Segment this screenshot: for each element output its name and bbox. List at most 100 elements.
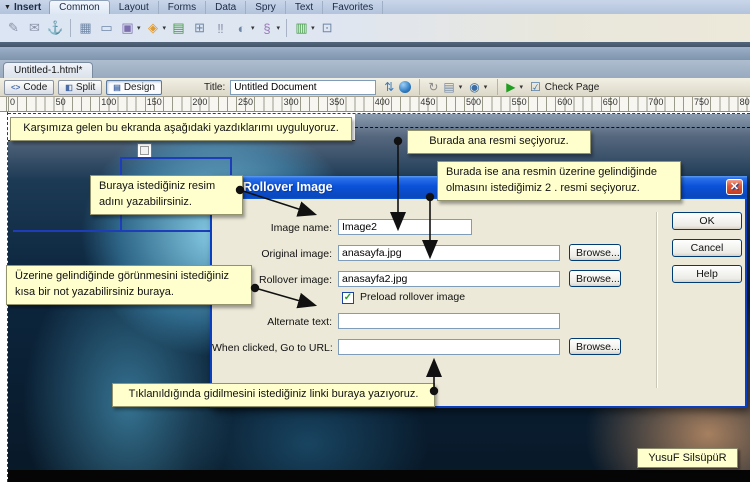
dropdown-arrow-icon: ▾	[519, 84, 524, 91]
split-view-button[interactable]: ◧ Split	[58, 79, 103, 95]
image-element-marker[interactable]	[137, 143, 152, 158]
ruler-tick-label: 750	[694, 97, 710, 107]
preview-globe-icon[interactable]	[399, 81, 412, 93]
preload-checkbox-label: Preload rollover image	[360, 291, 466, 303]
tab-common[interactable]: Common	[49, 0, 110, 14]
dropdown-arrow-icon[interactable]: ▾	[311, 24, 315, 32]
insert-bar: ▼ Insert Common Layout Forms Data Spry Text Fa…	[0, 0, 750, 14]
email-link-icon[interactable]: ✉	[25, 19, 44, 38]
author-credit-badge: YusuF SilsüpüR	[637, 448, 738, 468]
preload-checkbox[interactable]: ✓	[342, 292, 354, 304]
ruler-tick-label: 350	[329, 97, 345, 107]
toolbar-separator	[497, 79, 499, 95]
tab-text[interactable]: Text	[286, 1, 324, 14]
date-icon[interactable]: ▤	[169, 19, 188, 38]
document-tab-bar: Untitled-1.html*	[0, 60, 750, 78]
horizontal-ruler: 0 50 100 150 200 250 300 350 400 450 500 550 600 650 7…	[0, 97, 750, 112]
media-icon[interactable]: ◈	[144, 19, 163, 38]
annotation-callout: Burada ana resmi seçiyoruz.	[407, 130, 591, 154]
visual-aids-icon[interactable]: ◉	[469, 81, 479, 93]
dialog-title: Rollover Image	[243, 180, 333, 194]
document-tab[interactable]: Untitled-1.html*	[3, 62, 94, 78]
dropdown-arrow-icon[interactable]: ▾	[251, 24, 255, 32]
script-icon[interactable]: §	[258, 19, 277, 38]
insert-bar-menu-label: Insert	[13, 2, 42, 13]
browse-original-button[interactable]: Browse...	[569, 244, 621, 261]
file-management-icon[interactable]: ⇅	[384, 81, 394, 93]
close-icon[interactable]: ✕	[726, 179, 743, 195]
tab-layout[interactable]: Layout	[110, 1, 159, 14]
ruler-tick-label: 100	[101, 97, 117, 107]
tab-data[interactable]: Data	[206, 1, 247, 14]
help-button[interactable]: Help	[672, 265, 742, 283]
ruler-tick-label: 200	[192, 97, 208, 107]
live-data-icon[interactable]: ▶	[506, 81, 515, 93]
ruler-tick-label: 400	[374, 97, 390, 107]
browse-url-button[interactable]: Browse...	[569, 338, 621, 355]
ruler-tick-label: 150	[146, 97, 162, 107]
code-icon: <>	[11, 82, 21, 92]
dropdown-arrow-icon[interactable]: ▾	[137, 24, 141, 32]
tab-forms[interactable]: Forms	[159, 1, 207, 14]
insert-tabs: Common Layout Forms Data Spry Text Favorites	[49, 0, 384, 14]
annotation-callout: Üzerine gelindiğinde görünmesini istediğ…	[6, 265, 252, 305]
ruler-tick-label: 0	[10, 97, 16, 107]
document-toolbar: <> Code ◧ Split ▤ Design Title: ⇅ ↻ ▤ ▾ …	[0, 78, 750, 97]
server-include-icon[interactable]: ⊞	[190, 19, 209, 38]
go-to-url-label: When clicked, Go to URL:	[212, 342, 333, 354]
refresh-icon[interactable]: ↻	[428, 81, 438, 93]
code-view-label: Code	[23, 81, 48, 93]
dropdown-arrow-icon: ▾	[458, 84, 463, 91]
document-window-top	[0, 47, 750, 60]
ruler-tick-label: 450	[420, 97, 436, 107]
check-page-icon: ☑	[530, 80, 541, 94]
collapse-arrow-icon: ▼	[4, 4, 11, 11]
layout-guide-line	[13, 230, 120, 232]
title-label: Title:	[203, 81, 226, 93]
original-image-input[interactable]	[338, 245, 560, 261]
ok-button[interactable]: OK	[672, 212, 742, 230]
ruler-tick-label: 300	[283, 97, 299, 107]
tab-spry[interactable]: Spry	[246, 1, 286, 14]
dropdown-arrow-icon[interactable]: ▾	[163, 24, 167, 32]
cancel-button[interactable]: Cancel	[672, 239, 742, 257]
design-view-button[interactable]: ▤ Design	[106, 79, 162, 95]
background-image-bottom-bar	[8, 470, 750, 482]
ruler-tick-label: 800	[739, 97, 750, 107]
go-to-url-input[interactable]	[338, 339, 560, 355]
view-options-icon[interactable]: ▤	[443, 81, 454, 93]
split-view-label: Split	[75, 81, 96, 93]
ruler-tick-label: 550	[511, 97, 527, 107]
hyperlink-icon[interactable]: ✎	[4, 19, 23, 38]
annotation-callout: Burada ise ana resmin üzerine gelindiğin…	[437, 161, 681, 201]
browse-rollover-button[interactable]: Browse...	[569, 270, 621, 287]
insert-div-icon[interactable]: ▭	[97, 19, 116, 38]
insert-bar-menu[interactable]: ▼ Insert	[0, 2, 49, 14]
templates-icon[interactable]: ▥	[292, 19, 311, 38]
ruler-tick-label: 650	[602, 97, 618, 107]
ruler-tick-label: 600	[557, 97, 573, 107]
image-icon[interactable]: ▣	[118, 19, 137, 38]
rollover-image-input[interactable]	[338, 271, 560, 287]
named-anchor-icon[interactable]: ⚓	[46, 19, 65, 38]
document-title-input[interactable]	[230, 79, 377, 95]
ruler-tick-label: 500	[466, 97, 482, 107]
image-name-label: Image name:	[270, 222, 332, 234]
dropdown-arrow-icon[interactable]: ▾	[277, 24, 281, 32]
selection-dashed-edge	[355, 127, 750, 128]
annotation-callout: Tıklanıldığında gidilmesini istediğiniz …	[112, 383, 435, 407]
design-icon: ▤	[113, 82, 121, 92]
head-icon[interactable]: ◐	[232, 19, 251, 38]
design-canvas[interactable]: Karşımıza gelen bu ekranda aşağıdaki yaz…	[0, 112, 750, 482]
check-page-button[interactable]: ☑ Check Page	[530, 81, 599, 93]
code-view-button[interactable]: <> Code	[4, 79, 55, 95]
alternate-text-label: Alternate text:	[267, 316, 332, 328]
alternate-text-input[interactable]	[338, 313, 560, 329]
tab-favorites[interactable]: Favorites	[323, 1, 384, 14]
tag-chooser-icon[interactable]: ⊡	[318, 19, 337, 38]
comment-icon[interactable]: ‼	[211, 19, 230, 38]
table-icon[interactable]: ▦	[76, 19, 95, 38]
rollover-image-dialog: Rollover Image ✕ Image name: Original im…	[210, 176, 747, 408]
image-name-input[interactable]	[338, 219, 472, 235]
dreamweaver-window: ▼ Insert Common Layout Forms Data Spry Text Fa…	[0, 0, 750, 482]
